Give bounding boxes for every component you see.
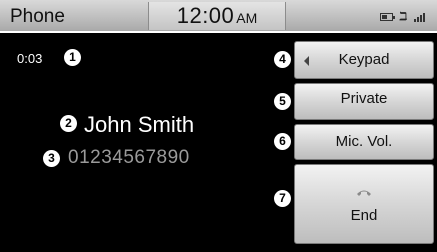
arrow-left-icon (304, 56, 309, 66)
status-icons: ℶ (379, 11, 425, 23)
callout-7: 7 (274, 190, 291, 207)
phone-hangup-icon (357, 190, 371, 196)
caller-name: John Smith (84, 112, 195, 137)
status-bar: Phone 12:00 AM ℶ (0, 0, 437, 33)
end-call-button[interactable]: End (294, 164, 434, 244)
caller-number: 01234567890 (68, 147, 190, 168)
app-title: Phone (10, 6, 65, 27)
mic-volume-button[interactable]: Mic. Vol. (294, 124, 434, 160)
clock: 12:00 AM (148, 2, 286, 30)
signal-icon (414, 12, 425, 22)
end-call-button-label: End (350, 207, 378, 224)
battery-icon (379, 13, 395, 21)
clock-time: 12:00 (176, 3, 235, 28)
phone-call-screen: Phone 12:00 AM ℶ 0:03 1 2 John Smith 3 01… (0, 0, 437, 252)
callout-6: 6 (274, 133, 291, 150)
keypad-button[interactable]: Keypad (294, 41, 434, 79)
mic-volume-button-label: Mic. Vol. (335, 133, 393, 150)
bluetooth-icon: ℶ (399, 11, 407, 23)
callout-3: 3 (43, 150, 60, 167)
callout-4: 4 (274, 51, 291, 68)
call-duration: 0:03 (17, 51, 43, 66)
clock-ampm: AM (236, 10, 258, 26)
callout-2: 2 (60, 115, 77, 132)
private-button[interactable]: Private (294, 83, 434, 120)
keypad-button-label: Keypad (338, 51, 390, 68)
battery-level (381, 15, 387, 19)
callout-1: 1 (64, 49, 81, 66)
callout-5: 5 (274, 93, 291, 110)
private-button-label: Private (340, 90, 388, 107)
